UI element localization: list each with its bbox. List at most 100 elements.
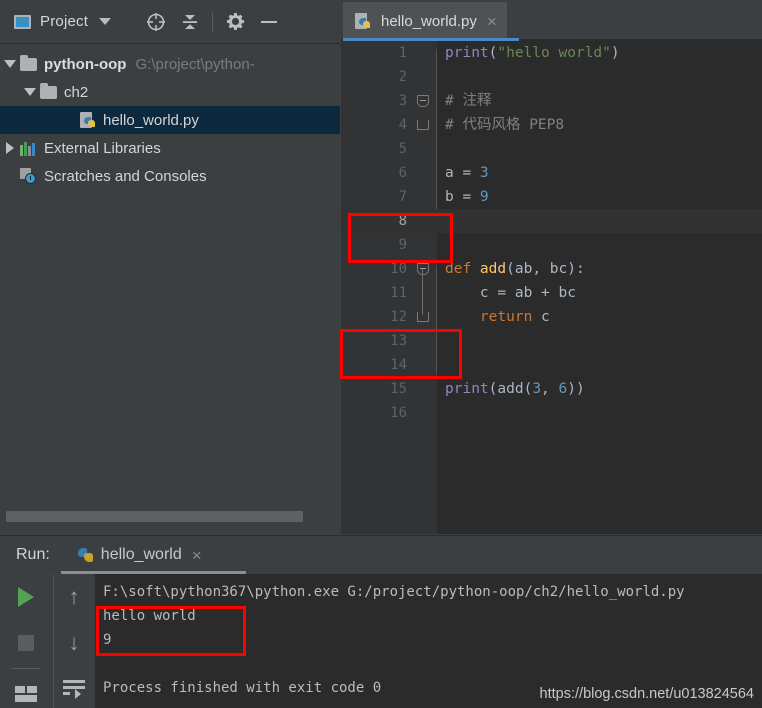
code-token: # 注释 [445,93,492,109]
tree-item-label: Scratches and Consoles [44,167,207,185]
line-number: 5 [398,141,407,157]
code-line-14[interactable]: 14 [341,353,762,377]
line-number: 1 [398,45,407,61]
collapse-all-icon[interactable] [173,7,207,37]
run-button[interactable] [0,574,52,620]
code-line-13[interactable]: 13 [341,329,762,353]
code-text: b = 9 [445,185,489,209]
settings-gear-icon[interactable] [218,7,252,37]
external-libraries-icon [20,141,37,156]
project-tree[interactable]: python-oop G:\project\python-ch2 hello_wor… [0,44,340,534]
code-token: (add( [488,381,533,397]
tree-item-ch2[interactable]: ch2 [0,78,340,106]
fold-collapse-icon[interactable] [417,95,429,107]
fold-region-end-icon[interactable] [417,120,429,130]
tree-item-path: G:\project\python- [135,55,255,73]
code-line-9[interactable]: 9 [341,233,762,257]
scroll-down-button[interactable]: ↓ [54,620,94,666]
code-token: "hello world" [497,45,611,61]
locate-icon[interactable] [139,7,173,37]
code-token: (ab, bc): [506,261,585,277]
pycharm-window: Project python-oop G:\project\python- ch… [0,0,762,708]
code-token: )) [567,381,585,397]
code-token: # 代码风格 PEP8 [445,117,565,133]
run-tool-window: Run: hello_world × ↑ ↓ F:\soft\python367… [0,535,762,708]
code-token: def [445,261,480,277]
project-panel-title: Project [40,13,89,30]
code-token: c = ab + bc [445,285,576,301]
line-number: 16 [390,405,407,421]
code-token: a = [445,165,480,181]
code-line-1[interactable]: 1 print("hello world") [341,41,762,65]
editor-area: hello_world.py × 1 print("hello world") 2 3… [341,0,762,534]
project-hscrollbar-thumb[interactable] [6,511,303,522]
soft-wrap-button[interactable] [54,666,94,708]
line-number: 12 [390,309,407,325]
code-lines[interactable]: 1 print("hello world") 2 3 # 注释 4 # 代码风格 PEP8 5… [341,41,762,425]
code-token: 3 [532,381,542,397]
code-text: # 代码风格 PEP8 [445,113,564,137]
scratches-icon [20,168,37,184]
project-hscrollbar-track[interactable] [0,511,340,528]
fold-collapse-icon[interactable] [417,263,429,275]
stop-icon [18,635,34,651]
code-token: c [532,309,550,325]
line-number: 2 [398,69,407,85]
code-token: 6 [558,381,568,397]
code-line-6[interactable]: 6 a = 3 [341,161,762,185]
soft-wrap-icon [63,680,85,699]
code-token: b = [445,189,480,205]
code-token: print [445,381,489,397]
code-text: a = 3 [445,161,489,185]
folder-icon [40,82,57,99]
line-number: 7 [398,189,407,205]
tree-item-label: python-oop [44,55,127,73]
layout-settings-button[interactable] [0,671,52,708]
code-token: , [541,381,559,397]
scroll-up-button[interactable]: ↑ [54,574,94,620]
chevron-right-icon[interactable] [0,142,20,154]
editor-tab-hello-world[interactable]: hello_world.py × [343,2,507,40]
code-line-16[interactable]: 16 [341,401,762,425]
project-window-icon [14,14,31,29]
code-line-12[interactable]: 12 return c [341,305,762,329]
run-tab[interactable]: hello_world × [72,536,208,574]
chevron-down-icon[interactable] [99,18,112,25]
stop-button[interactable] [0,620,52,666]
hide-window-icon[interactable] [252,7,286,37]
arrow-down-icon: ↓ [68,630,80,655]
tree-item-scratches-and-consoles[interactable]: Scratches and Consoles [0,162,340,190]
line-number: 8 [398,213,407,229]
code-line-10[interactable]: 10 def add(ab, bc): [341,257,762,281]
code-line-8[interactable]: 8 [341,209,762,233]
python-file-icon [355,12,371,30]
chevron-down-icon[interactable] [20,88,40,96]
tree-item-python-oop[interactable]: python-oop G:\project\python- [0,50,340,78]
code-line-15[interactable]: 15 print(add(3, 6)) [341,377,762,401]
code-token: ) [610,45,620,61]
line-number: 10 [390,261,407,277]
project-tool-window: Project python-oop G:\project\python- ch… [0,0,340,534]
code-token: 3 [479,165,489,181]
code-editor[interactable]: 1 print("hello world") 2 3 # 注释 4 # 代码风格 PEP8 5… [341,41,762,534]
code-line-5[interactable]: 5 [341,137,762,161]
fold-region-end-icon[interactable] [417,312,429,322]
toolbar-divider [212,11,214,32]
code-line-7[interactable]: 7 b = 9 [341,185,762,209]
line-number: 9 [398,237,407,253]
tree-item-hello-world-py[interactable]: hello_world.py [0,106,340,134]
code-line-2[interactable]: 2 [341,65,762,89]
code-token: 9 [479,189,489,205]
close-icon[interactable]: × [487,13,497,30]
chevron-down-icon[interactable] [0,60,20,68]
code-line-11[interactable]: 11 c = ab + bc [341,281,762,305]
line-number: 13 [390,333,407,349]
run-tab-close-icon[interactable]: × [192,547,202,564]
line-number: 15 [390,381,407,397]
run-label: Run: [16,546,50,563]
code-line-4[interactable]: 4 # 代码风格 PEP8 [341,113,762,137]
arrow-up-icon: ↑ [68,584,80,609]
project-panel-header: Project [0,0,340,44]
tree-item-external-libraries[interactable]: External Libraries [0,134,340,162]
code-line-3[interactable]: 3 # 注释 [341,89,762,113]
